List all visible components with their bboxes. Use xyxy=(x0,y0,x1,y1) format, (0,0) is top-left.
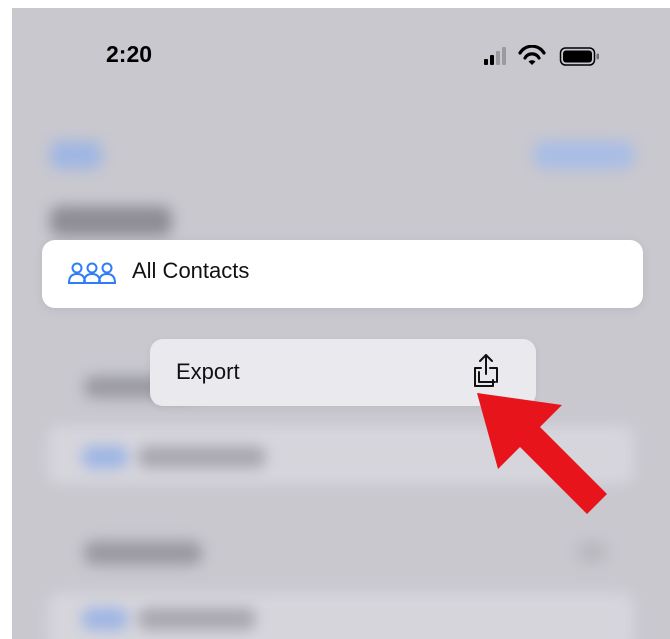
blurred-section-header-2 xyxy=(84,541,202,565)
export-label: Export xyxy=(176,359,240,384)
blurred-chevron xyxy=(577,541,607,563)
all-contacts-label: All Contacts xyxy=(132,258,250,283)
context-menu-header[interactable]: All Contacts xyxy=(42,240,643,308)
people-group-icon xyxy=(67,262,117,284)
blurred-list-row-2 xyxy=(48,593,634,639)
cellular-signal-icon xyxy=(484,47,506,65)
blurred-title xyxy=(50,206,172,236)
wifi-icon xyxy=(518,45,546,65)
status-time: 2:20 xyxy=(106,41,153,67)
blurred-row-icon-2 xyxy=(82,608,128,630)
blurred-row-icon xyxy=(82,446,128,468)
blurred-background xyxy=(12,8,670,639)
red-pointer-arrow xyxy=(477,393,607,514)
blurred-row-text-2 xyxy=(138,608,256,630)
battery-icon xyxy=(559,47,599,66)
blurred-top-button xyxy=(534,141,634,169)
phone-screen: 2:20 All Contacts Export xyxy=(12,8,670,639)
status-icons xyxy=(484,45,599,66)
blurred-row-text xyxy=(138,446,266,468)
blurred-back-button xyxy=(50,141,102,169)
